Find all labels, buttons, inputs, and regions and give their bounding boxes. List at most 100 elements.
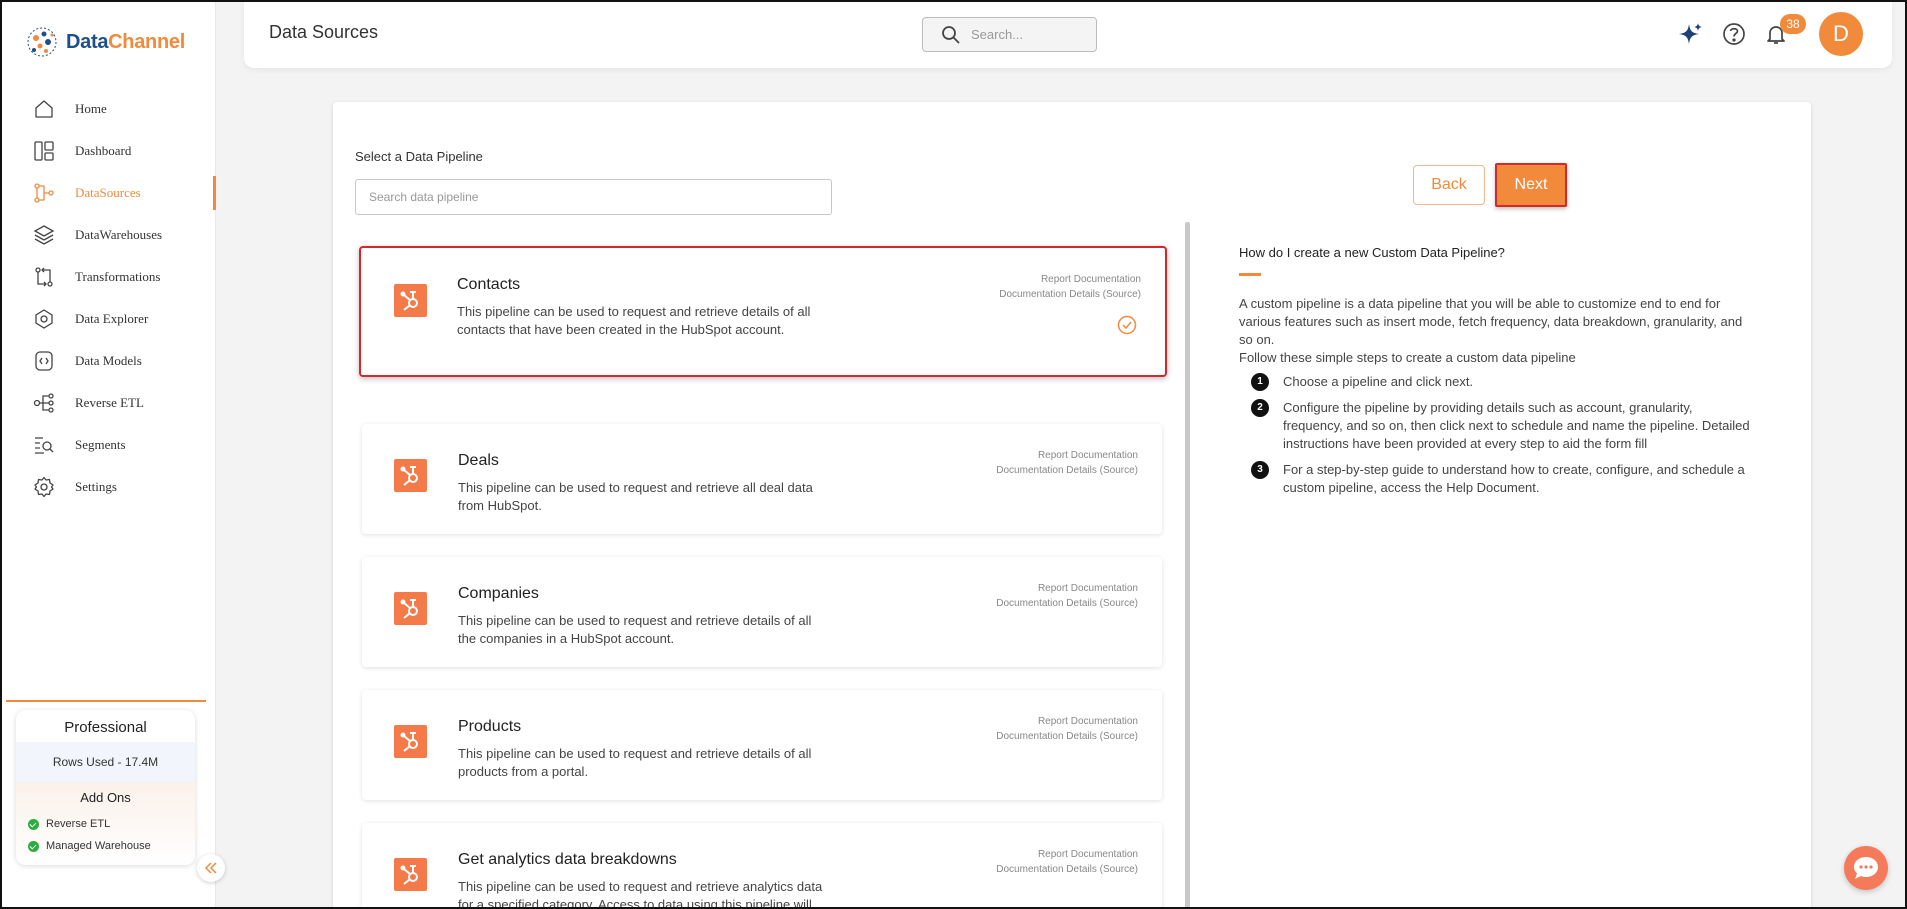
step-text: For a step-by-step guide to understand h… xyxy=(1283,462,1745,495)
documentation-details-link[interactable]: Documentation Details (Source) xyxy=(996,596,1138,611)
reverse-etl-icon xyxy=(33,393,54,413)
search-icon xyxy=(942,25,960,44)
addon-item: Reverse ETL xyxy=(16,813,195,835)
dashboard-icon xyxy=(34,141,54,161)
report-documentation-link[interactable]: Report Documentation xyxy=(996,448,1138,463)
help-step: 2 Configure the pipeline by providing de… xyxy=(1251,399,1751,453)
pipeline-name: Products xyxy=(458,718,522,735)
pipeline-name: Companies xyxy=(458,585,539,602)
sidebar-item-dashboard[interactable]: Dashboard xyxy=(0,130,216,172)
report-documentation-link[interactable]: Report Documentation xyxy=(996,714,1138,729)
step-number: 1 xyxy=(1251,373,1269,391)
home-icon xyxy=(35,100,53,118)
help-question: How do I create a new Custom Data Pipeli… xyxy=(1239,245,1505,260)
sidebar-item-label: Reverse ETL xyxy=(75,395,144,410)
sidebar-item-label: Data Models xyxy=(75,353,142,368)
pipeline-card-products[interactable]: Products This pipeline can be used to re… xyxy=(362,690,1162,800)
explorer-icon xyxy=(35,309,53,329)
chat-button[interactable] xyxy=(1844,846,1888,890)
help-accent-bar xyxy=(1239,273,1261,276)
sidebar-item-label: Dashboard xyxy=(75,143,132,158)
sidebar-item-home[interactable]: Home xyxy=(0,88,216,130)
pipeline-links: Report Documentation Documentation Detai… xyxy=(999,272,1141,302)
check-icon xyxy=(28,840,39,852)
pipeline-links: Report Documentation Documentation Detai… xyxy=(996,581,1138,611)
sidebar-item-reverse-etl[interactable]: Reverse ETL xyxy=(0,382,216,424)
models-icon xyxy=(35,351,53,371)
addon-item: Managed Warehouse xyxy=(16,835,195,857)
help-step: 3 For a step-by-step guide to understand… xyxy=(1251,461,1751,497)
addons-title: Add Ons xyxy=(80,790,131,805)
sidebar-item-settings[interactable]: Settings xyxy=(0,466,216,508)
step-text: Choose a pipeline and click next. xyxy=(1283,374,1474,389)
datachannel-logo-icon xyxy=(27,27,57,57)
hubspot-icon xyxy=(394,459,427,492)
pipeline-description: This pipeline can be used to request and… xyxy=(458,480,813,513)
sidebar-item-datawarehouses[interactable]: DataWarehouses xyxy=(0,214,216,256)
segments-icon xyxy=(35,437,54,454)
pipeline-links: Report Documentation Documentation Detai… xyxy=(996,448,1138,478)
plan-card: Professional Rows Used - 17.4M Add Ons R… xyxy=(16,710,195,865)
documentation-details-link[interactable]: Documentation Details (Source) xyxy=(999,287,1141,302)
datasources-icon xyxy=(34,183,54,203)
pipeline-card-companies[interactable]: Companies This pipeline can be used to r… xyxy=(362,557,1162,667)
pipeline-description: This pipeline can be used to request and… xyxy=(458,879,823,909)
transform-icon xyxy=(35,267,53,287)
pipeline-links: Report Documentation Documentation Detai… xyxy=(996,714,1138,744)
pipeline-card-deals[interactable]: Deals This pipeline can be used to reque… xyxy=(362,424,1162,534)
help-steps: 1 Choose a pipeline and click next. 2 Co… xyxy=(1251,373,1751,505)
pipeline-list-scrollbar[interactable] xyxy=(1185,222,1190,909)
header-search[interactable] xyxy=(922,17,1097,52)
pipeline-card-analytics-breakdowns[interactable]: Get analytics data breakdowns This pipel… xyxy=(362,823,1162,909)
sidebar-item-label: DataWarehouses xyxy=(75,227,163,242)
plan-title: Professional xyxy=(64,719,147,736)
back-button[interactable]: Back xyxy=(1413,165,1485,205)
sidebar-item-data-explorer[interactable]: Data Explorer xyxy=(0,298,216,340)
pipeline-description: This pipeline can be used to request and… xyxy=(457,304,811,337)
sidebar-item-segments[interactable]: Segments xyxy=(0,424,216,466)
sidebar-item-transformations[interactable]: Transformations xyxy=(0,256,216,298)
report-documentation-link[interactable]: Report Documentation xyxy=(996,581,1138,596)
header-search-input[interactable] xyxy=(971,27,1081,42)
layers-icon xyxy=(33,225,55,245)
collapse-sidebar-button[interactable] xyxy=(197,854,225,882)
report-documentation-link[interactable]: Report Documentation xyxy=(996,847,1138,862)
selected-check-icon xyxy=(1117,315,1137,335)
notification-badge: 38 xyxy=(1780,14,1806,34)
documentation-details-link[interactable]: Documentation Details (Source) xyxy=(996,463,1138,478)
chat-bubble-icon xyxy=(1854,857,1878,879)
pipeline-description: This pipeline can be used to request and… xyxy=(458,746,812,779)
avatar[interactable]: D xyxy=(1819,12,1863,56)
help-icon[interactable] xyxy=(1720,20,1748,48)
sidebar-item-data-models[interactable]: Data Models xyxy=(0,340,216,382)
logo[interactable]: DataChannel xyxy=(24,24,185,60)
select-pipeline-label: Select a Data Pipeline xyxy=(355,149,483,164)
top-header: Data Sources 38 D xyxy=(244,0,1892,68)
step-number: 3 xyxy=(1251,461,1269,479)
hubspot-icon xyxy=(394,858,427,891)
next-button[interactable]: Next xyxy=(1495,163,1567,207)
pipeline-name: Contacts xyxy=(457,276,521,293)
step-text: Configure the pipeline by providing deta… xyxy=(1283,400,1750,451)
sidebar-item-datasources[interactable]: DataSources xyxy=(0,172,216,214)
documentation-details-link[interactable]: Documentation Details (Source) xyxy=(996,729,1138,744)
pipeline-name: Get analytics data breakdowns xyxy=(458,851,677,868)
pipeline-name: Deals xyxy=(458,452,499,469)
documentation-details-link[interactable]: Documentation Details (Source) xyxy=(996,862,1138,877)
report-documentation-link[interactable]: Report Documentation xyxy=(999,272,1141,287)
help-paragraph: A custom pipeline is a data pipeline tha… xyxy=(1239,296,1743,365)
step-number: 2 xyxy=(1251,399,1269,417)
hubspot-icon xyxy=(394,284,427,317)
sparkle-icon[interactable] xyxy=(1676,20,1704,48)
pipeline-search-input[interactable] xyxy=(355,179,832,215)
pipeline-card-contacts[interactable]: Contacts This pipeline can be used to re… xyxy=(359,246,1167,377)
gear-icon xyxy=(34,476,54,498)
sidebar: DataChannel Home Dashboard DataSources D… xyxy=(0,0,216,909)
main-panel: Select a Data Pipeline Back Next Contact… xyxy=(333,102,1811,909)
rows-used: Rows Used - 17.4M xyxy=(16,742,195,782)
hubspot-icon xyxy=(394,592,427,625)
brand-name: DataChannel xyxy=(66,30,185,53)
sidebar-item-label: Home xyxy=(75,101,107,116)
sidebar-item-label: Transformations xyxy=(75,269,161,284)
sidebar-item-label: DataSources xyxy=(75,185,141,200)
